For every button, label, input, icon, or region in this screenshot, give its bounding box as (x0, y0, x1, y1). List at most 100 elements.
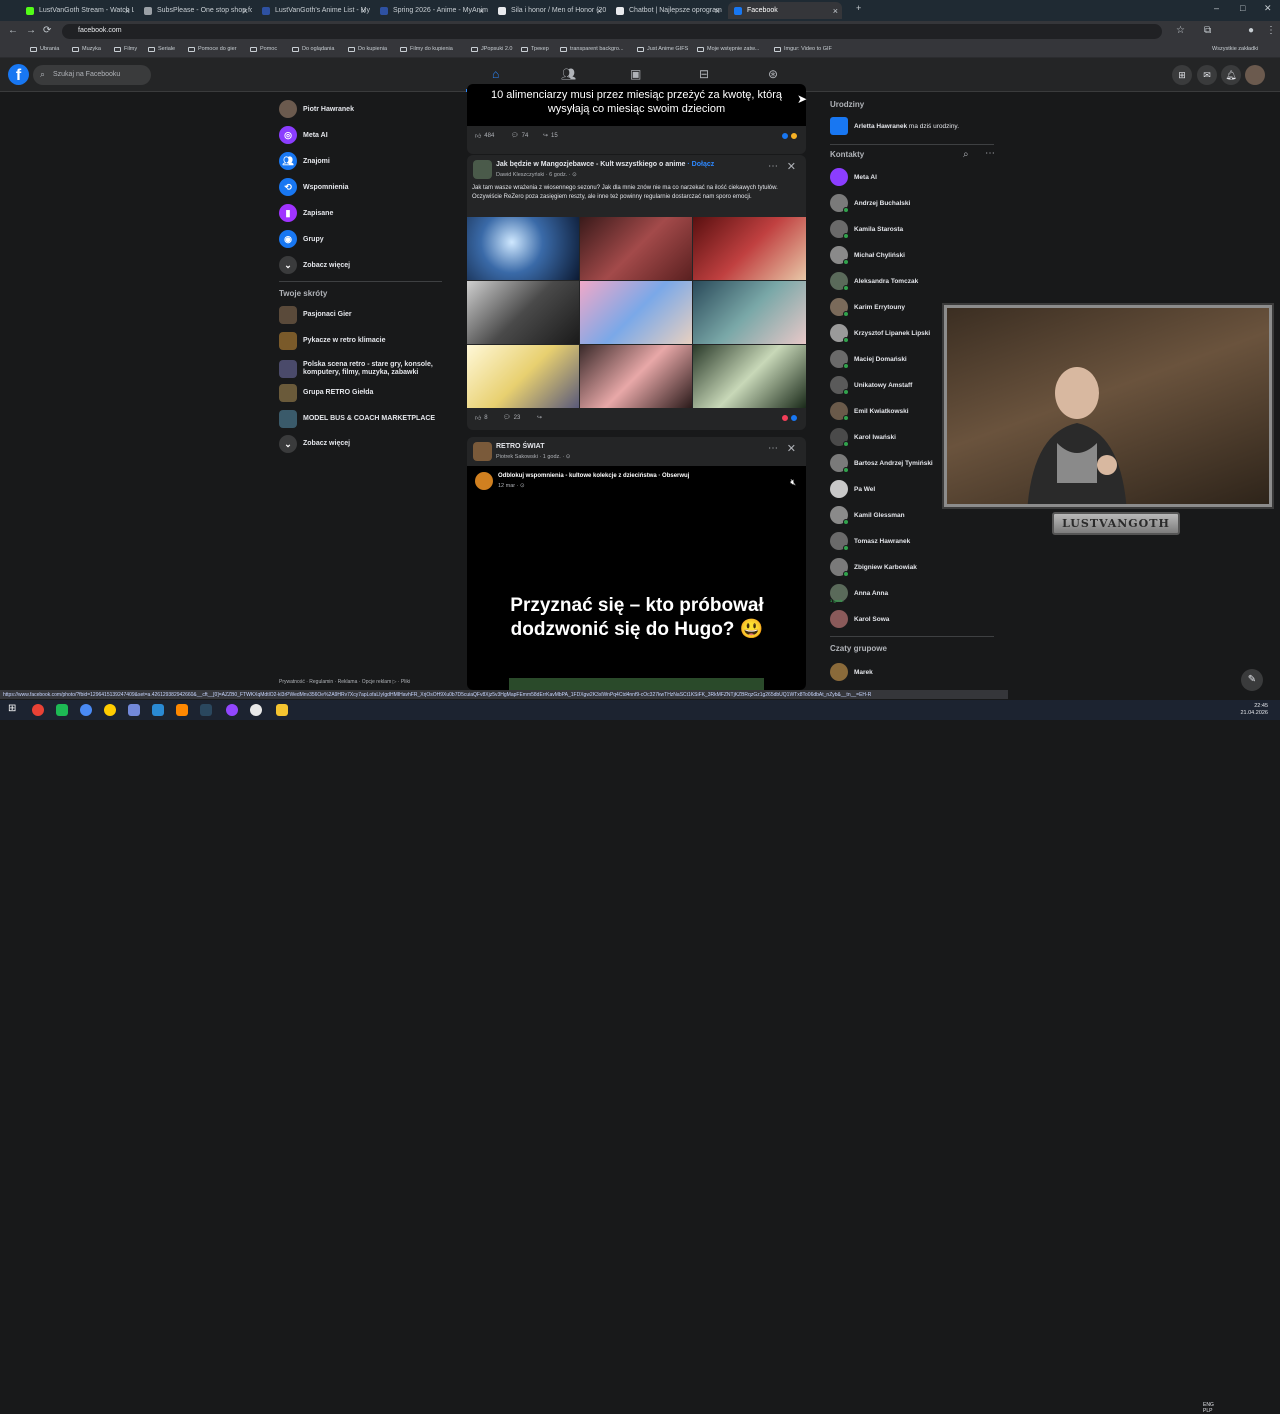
mute-icon[interactable]: 🔇︎ (790, 477, 796, 488)
marketplace-icon[interactable]: ⊟ (699, 67, 709, 81)
browser-tab[interactable]: LustVanGoth Stream - Watch L × (20, 2, 134, 19)
search-contacts-icon[interactable]: ⌕ (963, 149, 969, 160)
bookmark-item[interactable]: Just Anime GIFS (637, 46, 688, 52)
post-author[interactable]: Dawid Kleszczyński · 6 godz. · ⊙ (496, 172, 577, 178)
tab-close-icon[interactable]: × (243, 6, 248, 16)
bookmark-item[interactable]: Do kupienia (348, 46, 387, 52)
bookmark-item[interactable]: Imgur: Video to GIF (774, 46, 832, 52)
contact-item[interactable]: Bartosz Andrzej Tymiński (830, 453, 933, 473)
post-image[interactable] (693, 345, 806, 408)
contact-item[interactable]: Andrzej Buchalski (830, 193, 910, 213)
sidebar-item[interactable]: 👥︎ Znajomi (279, 151, 330, 171)
bookmark-item[interactable]: Трекер (521, 46, 549, 52)
friends-nav-icon[interactable]: 👥︎ (561, 67, 576, 81)
browser-tab[interactable]: Sila i honor / Men of Honor (20 × (492, 2, 606, 19)
more-options-icon[interactable]: ⋯ (768, 161, 778, 172)
comment-action[interactable]: 💬︎ 23 (503, 414, 520, 422)
sidebar-item[interactable]: ◎ Meta AI (279, 125, 328, 145)
share-action[interactable]: ↪ (537, 414, 542, 421)
url-field[interactable]: facebook.com (62, 24, 1162, 39)
tab-close-icon[interactable]: × (833, 6, 838, 16)
maximize-icon[interactable]: □ (1240, 3, 1245, 13)
post-author[interactable]: Piotrek Sakowski · 1 godz. · ⊙ (496, 454, 570, 460)
post-image[interactable] (467, 217, 579, 280)
back-icon[interactable]: ← (8, 25, 18, 36)
bookmark-star-icon[interactable]: ☆ (1176, 25, 1185, 36)
shortcut-item[interactable]: Grupa RETRO Giełda (279, 383, 439, 403)
window-close-icon[interactable]: ✕ (1264, 3, 1272, 14)
browser-tab[interactable]: Facebook × (728, 2, 842, 19)
sidebar-item[interactable]: ◉ Grupy (279, 229, 324, 249)
tab-close-icon[interactable]: × (597, 6, 602, 16)
contacts-options-icon[interactable]: ⋯ (985, 148, 995, 159)
like-action[interactable]: 👍︎ 8 (475, 414, 488, 422)
group-chat-item[interactable]: Marek (830, 662, 873, 682)
browser-menu-icon[interactable]: ⋮ (1266, 25, 1276, 36)
post-group-name[interactable]: RETRO ŚWIAT (496, 443, 544, 450)
bookmark-item[interactable]: Filmy do kupienia (400, 46, 453, 52)
group-avatar[interactable] (473, 160, 492, 179)
tab-close-icon[interactable]: × (361, 6, 366, 16)
birthday-name[interactable]: Arletta Hawranek (854, 123, 907, 130)
post-image[interactable] (693, 281, 806, 344)
contact-item[interactable]: Krzysztof Lipanek Lipski (830, 323, 930, 343)
contact-item[interactable]: Karim Errytouny (830, 297, 905, 317)
contact-item[interactable]: Zbigniew Karbowiak (830, 557, 917, 577)
shortcut-item[interactable]: Pykacze w retro klimacie (279, 331, 439, 351)
contact-item[interactable]: Meta AI (830, 167, 877, 187)
obs-taskbar-icon[interactable] (226, 704, 238, 716)
shortcut-item[interactable]: ⌄ Zobacz więcej (279, 434, 439, 454)
app-taskbar-icon[interactable] (56, 704, 68, 716)
footer-links[interactable]: Prywatność · Regulamin · Reklama · Opcje… (279, 679, 410, 685)
browser-tab[interactable]: SubsPlease - One stop shop fo × (138, 2, 252, 19)
contact-item[interactable]: Emil Kwiatkowski (830, 401, 909, 421)
reload-icon[interactable]: ⟳ (43, 25, 51, 36)
browser-tab[interactable]: Chatbot | Najlepsze oprogram × (610, 2, 724, 19)
shortcut-item[interactable]: Polska scena retro - stare gry, konsole,… (279, 357, 439, 381)
shortcut-item[interactable]: Pasjonaci Gier (279, 305, 439, 325)
bookmark-item[interactable]: Muzyka (72, 46, 101, 52)
account-avatar[interactable] (1245, 65, 1265, 85)
bookmark-item[interactable]: Seriale (148, 46, 175, 52)
contact-item[interactable]: Michał Chyliński (830, 245, 905, 265)
more-options-icon[interactable]: ⋯ (768, 443, 778, 454)
sidebar-item[interactable]: ▮ Zapisane (279, 203, 333, 223)
gaming-icon[interactable]: ⊛ (768, 67, 778, 81)
all-bookmarks[interactable]: Wszystkie zakładki (1212, 46, 1258, 52)
bookmark-item[interactable]: JPopsuki 2.0 (471, 46, 513, 52)
group-avatar[interactable] (473, 442, 492, 461)
join-link[interactable]: · Dołącz (687, 161, 714, 168)
tab-close-icon[interactable]: × (125, 6, 130, 16)
contact-item[interactable]: Kamil Glessman (830, 505, 905, 525)
minimize-icon[interactable]: – (1214, 3, 1219, 13)
app-taskbar-icon[interactable] (104, 704, 116, 716)
new-tab-button[interactable]: + (856, 3, 861, 13)
post-image[interactable] (580, 345, 692, 408)
close-icon[interactable]: ✕ (787, 442, 796, 455)
chrome-taskbar-icon[interactable] (32, 704, 44, 716)
bookmark-item[interactable]: Pomoce do gier (188, 46, 237, 52)
post-image[interactable] (467, 345, 579, 408)
app-taskbar-icon[interactable] (250, 704, 262, 716)
profile-icon[interactable]: ● (1248, 25, 1254, 36)
menu-grid-icon[interactable]: ⊞ (1172, 65, 1192, 85)
tab-close-icon[interactable]: × (715, 6, 720, 16)
shortcut-item[interactable]: MODEL BUS & COACH MARKETPLACE (279, 409, 439, 429)
video-icon[interactable]: ▣ (630, 67, 641, 81)
contact-item[interactable]: Tomasz Hawranek (830, 531, 910, 551)
bookmark-item[interactable]: transparent backgro... (560, 46, 624, 52)
close-icon[interactable]: ✕ (787, 160, 796, 173)
browser-tab[interactable]: LustVanGoth's Anime List - My × (256, 2, 370, 19)
contact-item[interactable]: Karol Iwański (830, 427, 896, 447)
sidebar-item[interactable]: ⌄ Zobacz więcej (279, 255, 350, 275)
extensions-icon[interactable]: ⧉ (1204, 25, 1211, 36)
search-input[interactable]: ⌕ Szukaj na Facebooku (33, 65, 151, 85)
language-indicator[interactable]: ENG PLP (1203, 1402, 1214, 1414)
tab-close-icon[interactable]: × (479, 6, 484, 16)
embed-title[interactable]: Odblokuj wspomnienia - kultowe kolekcje … (498, 473, 689, 479)
contact-item[interactable]: Karol Sowa (830, 609, 889, 629)
messenger-icon[interactable]: ✉ (1197, 65, 1217, 85)
comment-action[interactable]: 💬︎ 74 (511, 132, 528, 140)
post-image[interactable] (693, 217, 806, 280)
notifications-icon[interactable]: 🔔︎ (1221, 65, 1241, 85)
